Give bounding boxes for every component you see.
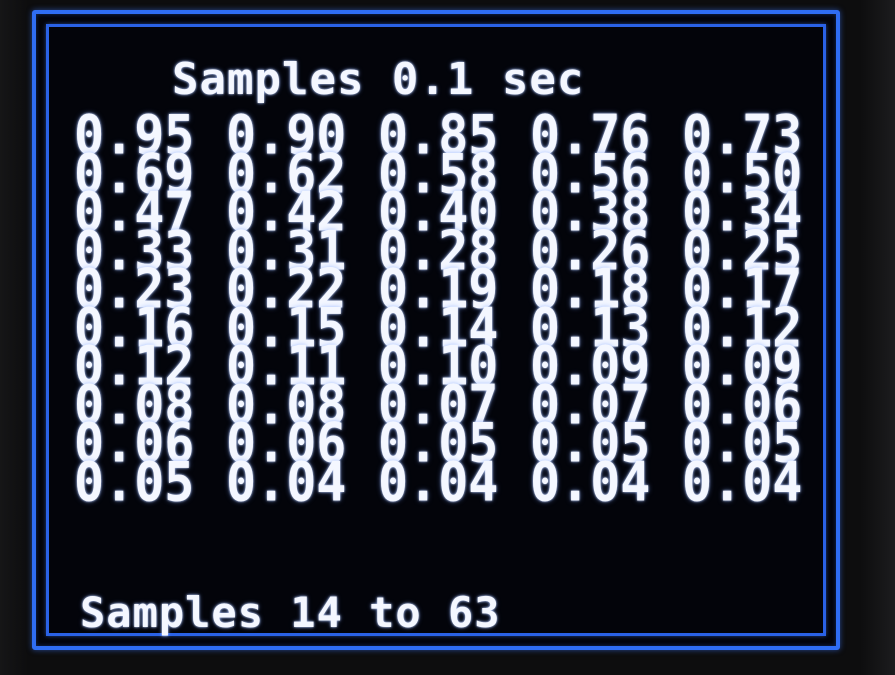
samples-grid: 0.95 0.90 0.85 0.76 0.73 0.69 0.62 0.58 0.56 0.50… xyxy=(74,108,834,513)
sample-range-label: Samples 14 to 63 xyxy=(80,588,501,637)
sample-value: 0.04 xyxy=(378,450,499,513)
sample-value: 0.04 xyxy=(530,450,651,513)
sample-value: 0.05 xyxy=(74,450,195,513)
screen-title: Samples 0.1 sec xyxy=(172,54,585,105)
lcd-screen: Samples 0.1 sec 0.95 0.90 0.85 0.76 0.73 0.69… xyxy=(32,10,840,650)
sample-value: 0.04 xyxy=(682,450,803,513)
sample-value: 0.04 xyxy=(226,450,347,513)
